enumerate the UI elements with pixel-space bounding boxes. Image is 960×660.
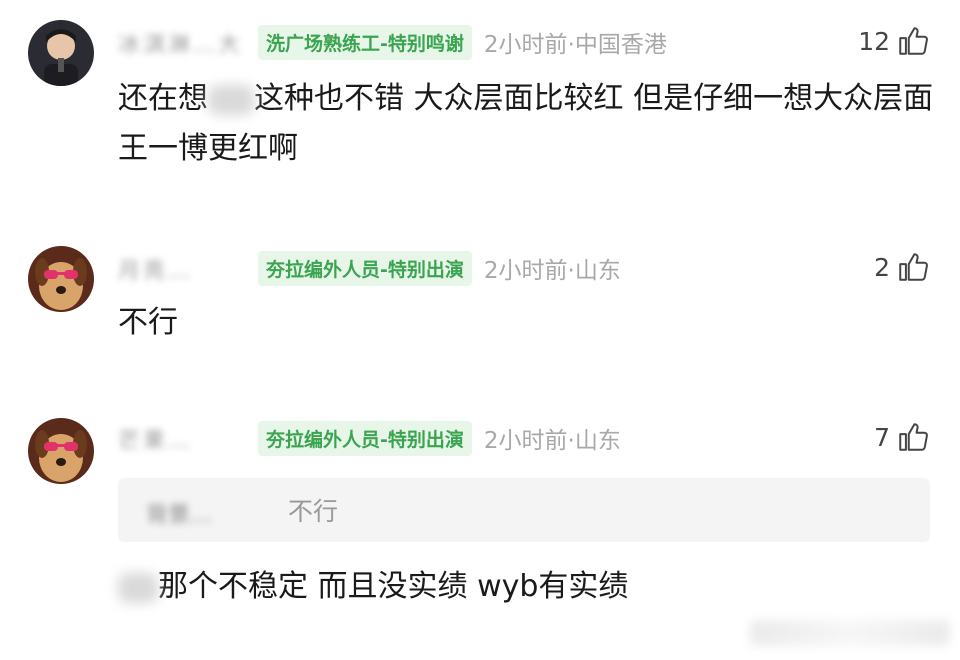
user-avatar-icon	[28, 20, 94, 86]
dog-avatar-icon	[28, 418, 94, 484]
thumbs-up-icon	[899, 423, 928, 451]
like-button[interactable]: 7	[874, 420, 930, 454]
meta-separator: ·	[567, 32, 575, 58]
user-badge[interactable]: 洗广场熟练工-特别鸣谢	[258, 24, 472, 60]
like-button[interactable]: 12	[858, 24, 930, 58]
quoted-username: 背景…	[146, 503, 213, 528]
user-badge[interactable]: 夯拉编外人员-特别出演	[258, 420, 472, 456]
comment-time: 2小时前	[483, 428, 568, 454]
avatar[interactable]	[28, 246, 94, 312]
avatar[interactable]	[28, 418, 94, 484]
user-badge[interactable]: 夯拉编外人员-特别出演	[258, 250, 472, 286]
redacted-blur	[118, 572, 158, 603]
comment-text: 不行	[118, 305, 178, 340]
watermark	[750, 620, 950, 646]
like-button[interactable]: 2	[874, 250, 930, 284]
username[interactable]: 冰淇淋…大	[118, 27, 248, 58]
comment-text: 那个不稳定 而且没实绩 wyb有实绩	[118, 562, 938, 612]
like-count: 12	[858, 26, 890, 56]
quoted-reply[interactable]: 背景… 不行	[118, 478, 930, 542]
comment-text-part: 还在想	[118, 81, 208, 116]
like-count: 7	[874, 422, 890, 452]
comment-location: 山东	[574, 258, 621, 284]
redacted-blur	[208, 84, 254, 115]
comment-meta: 2小时前·山东	[484, 421, 621, 455]
avatar[interactable]	[28, 20, 94, 86]
comment-time: 2小时前	[483, 32, 568, 58]
quoted-text: 不行	[288, 497, 339, 526]
comment-meta: 2小时前·中国香港	[484, 25, 667, 59]
meta-separator: ·	[567, 258, 575, 284]
like-count: 2	[874, 252, 890, 282]
meta-separator: ·	[567, 428, 575, 454]
username[interactable]: 芒果…	[118, 423, 248, 454]
username[interactable]: 月亮…	[118, 253, 248, 284]
thumbs-up-icon	[899, 27, 928, 55]
comment-meta: 2小时前·山东	[484, 251, 621, 285]
thumbs-up-icon	[899, 253, 928, 281]
comment-text: 还在想 这种也不错 大众层面比较红 但是仔细一想大众层面王一博更红啊	[118, 74, 938, 174]
comment-location: 山东	[574, 428, 621, 454]
comment-text-part: 那个不稳定 而且没实绩 wyb有实绩	[158, 569, 629, 604]
comment-time: 2小时前	[483, 258, 568, 284]
dog-avatar-icon	[28, 246, 94, 312]
comment-location: 中国香港	[574, 32, 667, 58]
